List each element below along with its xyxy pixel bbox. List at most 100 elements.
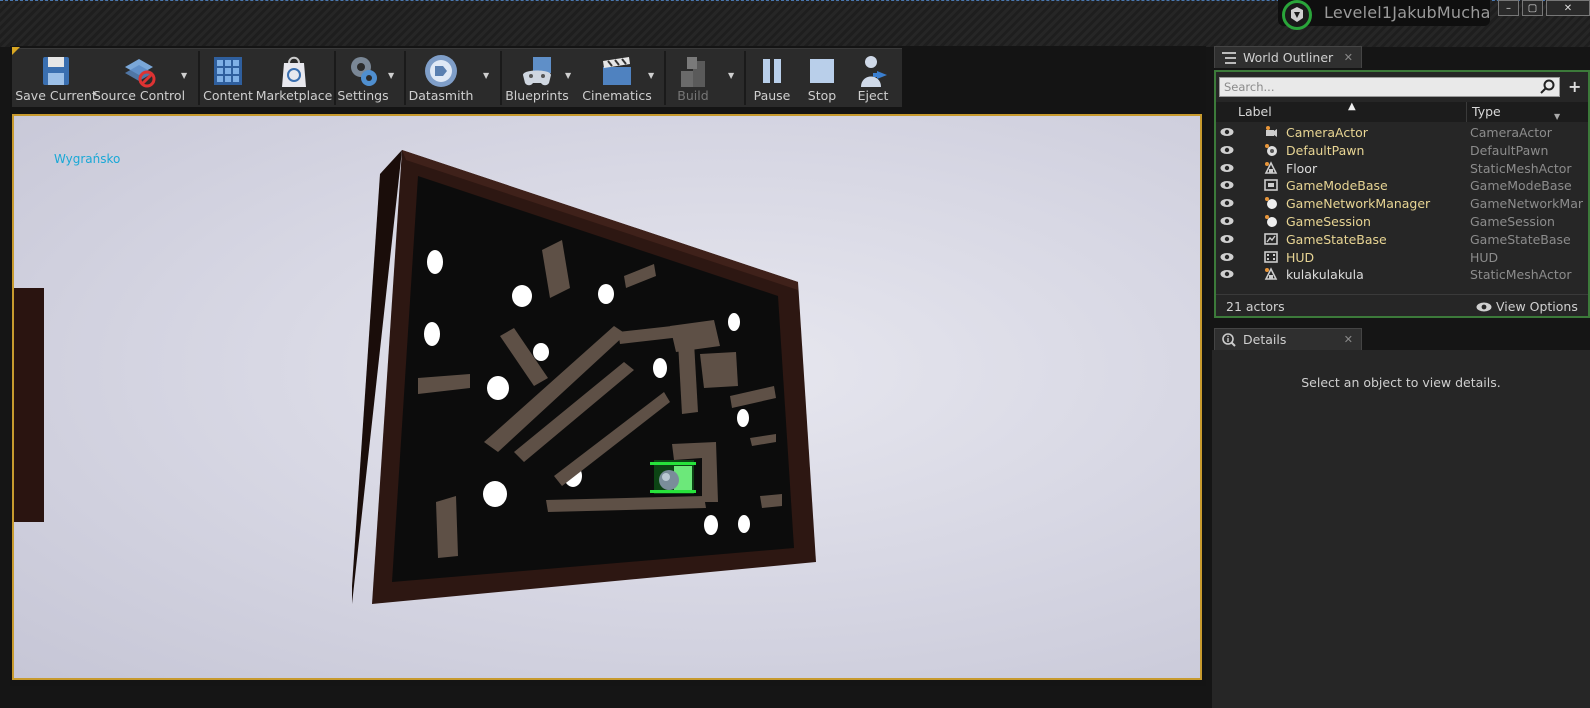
column-type-header[interactable]: Type [1472,104,1501,119]
build-icon [681,57,705,87]
stop-label: Stop [807,88,837,103]
blueprints-label: Blueprints [505,88,569,103]
actor-type: HUD [1470,249,1499,265]
visibility-eye-icon[interactable] [1220,234,1234,244]
visibility-eye-icon[interactable] [1220,269,1234,279]
save-current-button[interactable]: Save Current [15,51,97,107]
source-control-dropdown-icon[interactable]: ▼ [181,71,187,80]
table-row[interactable]: GameModeBase GameModeBase [1216,177,1588,195]
toolbar-separator [198,51,200,105]
toolbar-separator [404,51,406,105]
build-button[interactable]: Build [668,51,718,107]
pause-label: Pause [753,88,791,103]
game-session-icon [1265,214,1277,227]
actor-type: StaticMeshActor [1470,267,1572,283]
actor-label: GameSession [1286,213,1371,229]
actor-type: GameNetworkMar [1470,196,1583,212]
table-row[interactable]: GameStateBase GameStateBase [1216,231,1588,249]
add-icon[interactable]: + [1568,77,1581,96]
details-title: Details [1243,332,1287,347]
visibility-eye-icon[interactable] [1220,252,1234,262]
settings-icon [351,57,377,86]
marketplace-icon [282,56,306,87]
visibility-eye-icon[interactable] [1220,145,1234,155]
actor-label: CameraActor [1286,125,1368,140]
toolbar-separator [334,51,336,105]
stop-icon [810,59,834,83]
build-label: Build [677,88,709,103]
table-row[interactable]: GameNetworkManager GameNetworkMar [1216,195,1588,213]
source-control-button[interactable]: Source Control [93,51,185,107]
settings-label: Settings [337,88,389,103]
visibility-eye-icon[interactable] [1220,163,1234,173]
content-button[interactable]: Content [202,51,254,107]
blueprints-icon [523,57,551,86]
column-label-header[interactable]: Label [1238,104,1272,119]
outliner-search-input[interactable]: Search... [1219,77,1560,97]
details-info-icon [1221,332,1237,347]
source-control-icon [125,59,156,88]
cinematics-icon [603,57,631,85]
visibility-eye-icon[interactable] [1220,180,1234,190]
close-button[interactable]: ✕ [1546,0,1590,16]
tab-details[interactable]: Details ✕ [1214,328,1362,350]
hud-icon [1264,250,1278,263]
datasmith-dropdown-icon[interactable]: ▼ [483,71,489,80]
blueprints-dropdown-icon[interactable]: ▼ [565,71,571,80]
build-dropdown-icon[interactable]: ▼ [728,71,734,80]
table-row[interactable]: kulakulakula StaticMeshActor [1216,266,1588,284]
maximize-button[interactable]: ▢ [1522,0,1543,16]
level-viewport[interactable]: Wygrańsko [12,114,1202,680]
player-ball-selection [650,460,696,494]
pawn-icon [1265,143,1277,156]
datasmith-icon [425,55,457,87]
close-icon[interactable]: ✕ [1344,333,1353,346]
actor-type: GameStateBase [1470,231,1571,247]
visibility-eye-icon[interactable] [1220,198,1234,208]
outliner-column-header: Label ▲ Type ▼ [1216,101,1588,122]
actor-type: CameraActor [1470,125,1552,140]
search-icon[interactable] [1540,79,1556,95]
datasmith-button[interactable]: Datasmith [408,51,474,107]
visibility-eye-icon[interactable] [1220,127,1234,137]
cinematics-dropdown-icon[interactable]: ▼ [648,71,654,80]
marketplace-button[interactable]: Marketplace [255,51,333,107]
game-mode-icon [1264,179,1278,192]
blueprints-button[interactable]: Blueprints [504,51,570,107]
column-options-icon[interactable]: ▼ [1554,112,1560,121]
cinematics-button[interactable]: Cinematics [582,51,652,107]
close-icon[interactable]: ✕ [1344,51,1353,64]
details-panel: Select an object to view details. [1212,350,1590,708]
datasmith-label: Datasmith [408,88,474,103]
maze-board-scene [14,150,816,604]
world-outliner-panel: Search... + Label ▲ Type ▼ CameraActor C… [1214,70,1590,318]
settings-button[interactable]: Settings [337,51,389,107]
pause-icon [763,59,781,83]
stop-button[interactable]: Stop [800,51,844,107]
tab-world-outliner[interactable]: World Outliner ✕ [1214,46,1362,68]
visibility-eye-icon[interactable] [1220,216,1234,226]
column-divider[interactable] [1466,102,1467,122]
pause-button[interactable]: Pause [748,51,796,107]
table-row[interactable]: Floor StaticMeshActor [1216,160,1588,178]
eject-button[interactable]: Eject [850,51,896,107]
details-empty-message: Select an object to view details. [1301,375,1501,390]
actor-label: GameModeBase [1286,178,1388,194]
actor-type: DefaultPawn [1470,142,1549,158]
actor-label: GameStateBase [1286,231,1387,247]
settings-dropdown-icon[interactable]: ▼ [388,71,394,80]
actor-type: GameSession [1470,213,1555,229]
save-current-label: Save Current [15,88,97,103]
minimize-button[interactable]: – [1498,0,1519,16]
view-options-button[interactable]: View Options [1476,299,1578,314]
network-manager-icon [1265,197,1277,210]
table-row[interactable]: CameraActor CameraActor [1216,124,1588,142]
table-row[interactable]: GameSession GameSession [1216,213,1588,231]
sort-ascending-icon: ▲ [1348,101,1356,112]
main-toolbar: Save Current Source Control ▼ Content Ma… [12,48,902,107]
actor-type: StaticMeshActor [1470,160,1572,176]
marketplace-label: Marketplace [255,88,333,103]
table-row[interactable]: HUD HUD [1216,249,1588,267]
content-label: Content [203,88,253,103]
table-row[interactable]: DefaultPawn DefaultPawn [1216,142,1588,160]
